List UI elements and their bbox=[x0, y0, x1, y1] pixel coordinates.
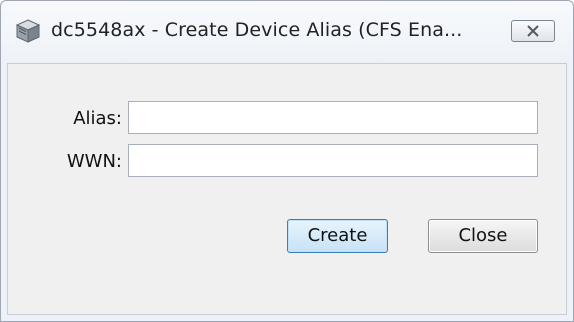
window-close-button[interactable] bbox=[511, 20, 555, 42]
alias-label: Alias: bbox=[73, 108, 122, 129]
dialog-content: Alias: WWN: Create Close bbox=[7, 63, 567, 315]
dialog-window: dc5548ax - Create Device Alias (CFS Ena.… bbox=[0, 0, 574, 322]
close-button[interactable]: Close bbox=[428, 219, 538, 253]
alias-input[interactable] bbox=[128, 101, 538, 134]
wwn-label: WWN: bbox=[66, 151, 122, 172]
title-bar[interactable]: dc5548ax - Create Device Alias (CFS Ena.… bbox=[1, 1, 573, 63]
create-button[interactable]: Create bbox=[287, 219, 388, 253]
device-cube-icon bbox=[15, 18, 41, 44]
wwn-input[interactable] bbox=[128, 144, 538, 177]
window-title: dc5548ax - Create Device Alias (CFS Ena.… bbox=[51, 19, 463, 41]
